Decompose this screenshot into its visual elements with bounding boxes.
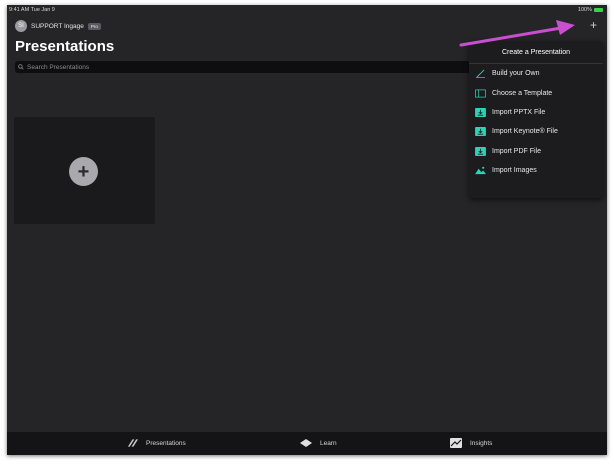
menu-item-import-keynote[interactable]: Import Keynote® File [469,122,603,141]
insights-icon [450,438,462,448]
search-input[interactable]: Search Presentations [15,61,488,73]
search-icon [18,64,24,70]
add-icon: + [69,157,98,186]
page-title: Presentations [15,38,115,55]
pencil-icon [476,69,485,79]
new-presentation-card[interactable]: + [14,117,155,224]
import-pdf-icon [475,146,486,156]
presentations-icon [127,439,138,447]
account-name: SUPPORT Ingage [31,22,84,30]
menu-item-build-your-own[interactable]: Build your Own [469,64,603,83]
tab-label: Learn [320,439,337,447]
tab-learn[interactable]: Learn [300,438,337,448]
tab-presentations[interactable]: Presentations [127,438,186,448]
menu-item-import-pptx[interactable]: Import PPTX File [469,103,603,122]
import-pptx-icon [475,107,486,117]
image-icon [475,166,486,175]
battery-percent: 100% [577,7,592,13]
search-placeholder: Search Presentations [27,63,90,71]
pro-badge: Pro [87,22,101,30]
menu-item-label: Import Keynote® File [492,128,558,136]
account-switcher[interactable]: SI SUPPORT Ingage Pro [15,20,101,32]
menu-item-label: Import PPTX File [492,108,546,116]
learn-icon [300,439,312,447]
menu-title: Create a Presentation [469,41,603,64]
app-window: 9:41 AM Tue Jan 9 100% SI SUPPORT Ingage… [7,5,607,455]
add-presentation-button[interactable]: + [590,19,597,31]
avatar: SI [15,20,27,32]
create-presentation-menu: Create a Presentation Build your Own Cho… [469,41,603,198]
tab-label: Presentations [146,439,186,447]
status-battery: 100% [578,7,603,13]
menu-item-import-pdf[interactable]: Import PDF File [469,142,603,161]
menu-item-label: Import PDF File [492,147,542,155]
tab-insights[interactable]: Insights [450,438,492,448]
menu-item-choose-template[interactable]: Choose a Template [469,83,603,102]
menu-item-label: Choose a Template [492,89,553,97]
menu-item-import-images[interactable]: Import Images [469,161,603,180]
menu-item-label: Build your Own [492,70,540,78]
battery-icon [594,8,603,12]
tab-bar: Presentations Learn Insights [7,432,607,455]
template-icon [475,89,486,98]
tab-label: Insights [470,439,493,447]
status-time: 9:41 AM Tue Jan 9 [9,7,55,13]
import-keynote-icon [475,127,486,137]
menu-item-label: Import Images [492,167,537,175]
